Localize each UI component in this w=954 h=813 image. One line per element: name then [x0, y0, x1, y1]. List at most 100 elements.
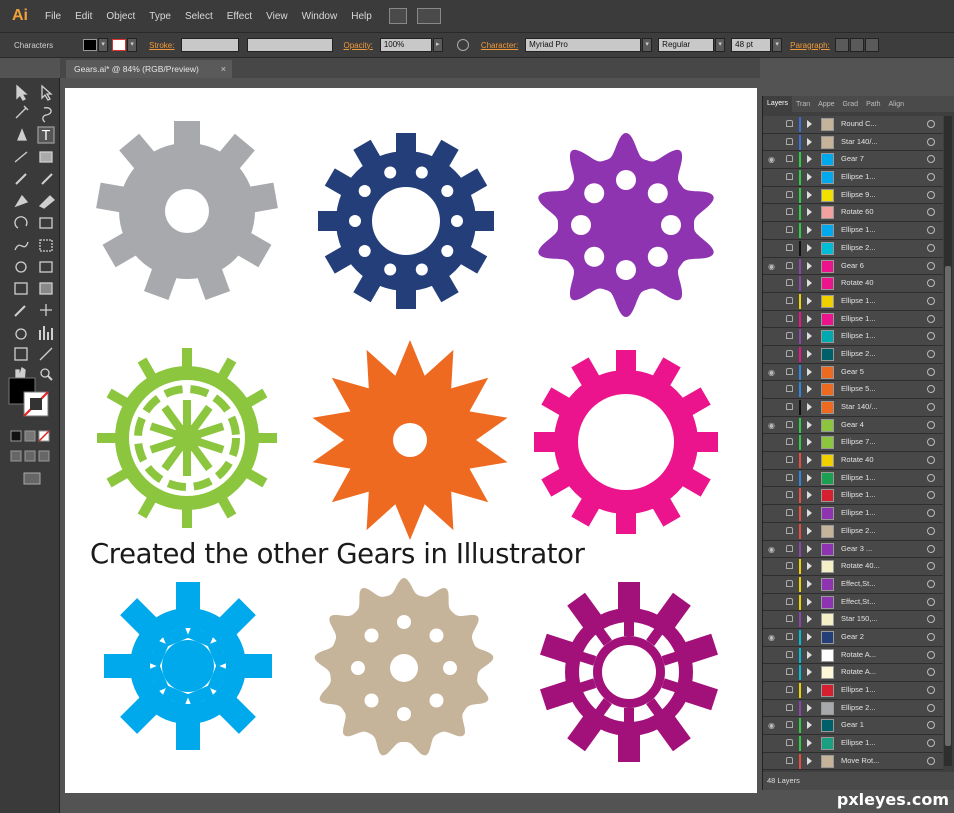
expand-arrow-icon[interactable]: [807, 314, 812, 323]
layer-name[interactable]: Ellipse 1...: [841, 314, 876, 323]
expand-arrow-icon[interactable]: [807, 155, 812, 164]
layer-name[interactable]: Ellipse 2...: [841, 349, 876, 358]
tab-gradient[interactable]: Grad: [839, 101, 863, 108]
tab-transparency[interactable]: Tran: [792, 101, 814, 108]
eye-icon[interactable]: ◉: [768, 721, 778, 730]
layer-name[interactable]: Gear 1: [841, 720, 864, 729]
lock-icon[interactable]: [786, 544, 793, 552]
expand-arrow-icon[interactable]: [807, 456, 812, 465]
expand-arrow-icon[interactable]: [807, 597, 812, 606]
expand-arrow-icon[interactable]: [807, 579, 812, 588]
visibility-toggle[interactable]: [768, 226, 778, 235]
eye-icon[interactable]: ◉: [768, 545, 778, 554]
layer-row[interactable]: ◉ Gear 6: [763, 257, 943, 276]
lock-icon[interactable]: [786, 438, 793, 446]
tab-layers[interactable]: Layers: [763, 96, 793, 112]
stroke-weight-field[interactable]: [181, 38, 240, 52]
layer-row[interactable]: Ellipse 2...: [763, 239, 943, 258]
expand-arrow-icon[interactable]: [807, 349, 812, 358]
lock-icon[interactable]: [786, 668, 793, 676]
lock-icon[interactable]: [786, 173, 793, 181]
layer-row[interactable]: Rotate 40: [763, 275, 943, 293]
opacity-field[interactable]: 100%: [379, 38, 432, 52]
layer-name[interactable]: Move Rot...: [841, 756, 879, 765]
target-icon[interactable]: [927, 544, 935, 553]
layer-name[interactable]: Rotate A...: [841, 667, 876, 676]
expand-arrow-icon[interactable]: [807, 332, 812, 341]
expand-arrow-icon[interactable]: [807, 686, 812, 694]
lock-icon[interactable]: [786, 279, 793, 287]
font-family-field[interactable]: Myriad Pro: [525, 38, 642, 52]
layer-row[interactable]: Round C...: [763, 116, 943, 134]
lock-icon[interactable]: [786, 615, 793, 623]
menu-window[interactable]: Window: [295, 11, 345, 22]
layer-row[interactable]: Move Rot...: [763, 752, 943, 771]
layer-row[interactable]: Ellipse 1...: [763, 292, 943, 311]
target-icon[interactable]: [927, 420, 935, 429]
target-icon[interactable]: [927, 190, 935, 199]
font-style-field[interactable]: Regular: [658, 38, 715, 52]
target-icon[interactable]: [927, 456, 935, 465]
layer-name[interactable]: Effect,St...: [841, 579, 875, 588]
orange-gear[interactable]: [312, 340, 508, 540]
target-icon[interactable]: [927, 314, 935, 323]
expand-arrow-icon[interactable]: [807, 703, 812, 712]
layer-row[interactable]: Ellipse 1...: [763, 505, 943, 523]
layer-name[interactable]: Gear 4: [841, 420, 864, 429]
align-center-icon[interactable]: [849, 38, 864, 52]
visibility-toggle[interactable]: [768, 739, 778, 748]
expand-arrow-icon[interactable]: [807, 632, 812, 641]
target-icon[interactable]: [927, 332, 935, 341]
target-icon[interactable]: [927, 367, 935, 376]
target-icon[interactable]: [927, 473, 935, 482]
bridge-icon[interactable]: [388, 8, 407, 24]
expand-arrow-icon[interactable]: [807, 721, 812, 730]
layer-name[interactable]: Ellipse 1...: [841, 296, 876, 305]
layer-name[interactable]: Ellipse 2...: [841, 243, 876, 252]
lock-icon[interactable]: [786, 579, 793, 587]
expand-arrow-icon[interactable]: [807, 403, 812, 411]
visibility-toggle[interactable]: [768, 598, 778, 607]
artboard-caption-text[interactable]: Created the other Gears in Illustrator: [90, 538, 585, 570]
beige-gear[interactable]: [314, 578, 494, 756]
expand-arrow-icon[interactable]: [807, 190, 812, 199]
expand-arrow-icon[interactable]: [807, 420, 812, 429]
layer-name[interactable]: Rotate 60: [841, 207, 874, 216]
layer-name[interactable]: Ellipse 2...: [841, 526, 876, 535]
lock-icon[interactable]: [786, 562, 793, 570]
pink-gear[interactable]: [534, 350, 718, 534]
target-icon[interactable]: [927, 739, 935, 748]
layer-row[interactable]: Ellipse 1...: [763, 735, 943, 753]
character-label[interactable]: Character:: [477, 41, 522, 50]
tab-align[interactable]: Align: [884, 101, 908, 108]
target-icon[interactable]: [927, 155, 935, 164]
expand-arrow-icon[interactable]: [807, 367, 812, 376]
expand-arrow-icon[interactable]: [807, 491, 812, 500]
layer-name[interactable]: Star 140/...: [841, 137, 878, 146]
layer-row[interactable]: Rotate 40...: [763, 558, 943, 576]
layer-row[interactable]: ◉ Gear 2: [763, 628, 943, 647]
visibility-toggle[interactable]: [768, 208, 778, 217]
layer-row[interactable]: Effect,St...: [763, 593, 943, 612]
target-icon[interactable]: [927, 686, 935, 694]
layer-name[interactable]: Rotate 40: [841, 278, 874, 287]
expand-arrow-icon[interactable]: [807, 509, 812, 518]
layer-name[interactable]: Gear 5: [841, 367, 864, 376]
font-style-dropdown-icon[interactable]: ▾: [715, 38, 726, 52]
variable-width-field[interactable]: [247, 38, 334, 52]
font-size-dropdown-icon[interactable]: ▾: [772, 38, 783, 52]
target-icon[interactable]: [927, 597, 935, 606]
lock-icon[interactable]: [786, 756, 793, 764]
layer-name[interactable]: Ellipse 2...: [841, 703, 876, 712]
recolor-icon[interactable]: [456, 39, 469, 51]
layer-row[interactable]: Effect,St...: [763, 575, 943, 594]
expand-arrow-icon[interactable]: [807, 526, 812, 535]
expand-arrow-icon[interactable]: [807, 226, 812, 235]
canvas-area[interactable]: Created the other Gears in Illustrator: [60, 78, 760, 813]
eye-icon[interactable]: ◉: [768, 368, 778, 377]
lock-icon[interactable]: [786, 420, 793, 428]
eye-icon[interactable]: ◉: [768, 155, 778, 164]
target-icon[interactable]: [927, 226, 935, 235]
lock-icon[interactable]: [786, 261, 793, 269]
stroke-dropdown-icon[interactable]: ▾: [127, 38, 138, 52]
